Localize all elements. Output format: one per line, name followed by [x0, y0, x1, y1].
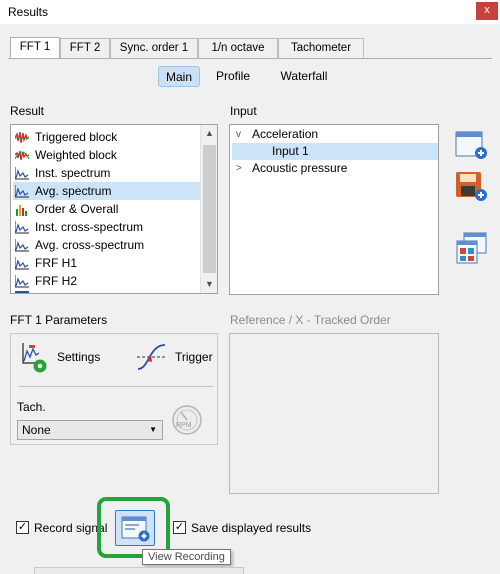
settings-button[interactable]: Settings [19, 341, 109, 373]
tab-fft-1[interactable]: FFT 1 [10, 37, 60, 59]
tab-octave[interactable]: 1/n octave [198, 38, 278, 59]
result-item-order-overall[interactable]: Order & Overall [13, 200, 200, 218]
tab-fft-2[interactable]: FFT 2 [60, 38, 110, 59]
subtab-waterfall[interactable]: Waterfall [273, 66, 335, 87]
parameters-divider [19, 386, 213, 387]
parameters-label: FFT 1 Parameters [10, 313, 108, 327]
order-overall-icon [15, 203, 29, 216]
result-item-inst-spectrum[interactable]: Inst. spectrum [13, 164, 200, 182]
result-label: Result [10, 104, 45, 118]
rpm-button[interactable]: RPM [171, 404, 203, 436]
title-bar: Results x [0, 0, 500, 24]
reference-list[interactable] [229, 333, 439, 494]
view-recording-icon [121, 516, 150, 542]
window-add-icon [455, 131, 487, 159]
tree-item-acceleration[interactable]: v Acceleration [234, 126, 434, 143]
expand-arrow-icon[interactable]: v [236, 126, 241, 143]
record-signal-checkbox[interactable]: ✓ [16, 521, 29, 534]
save-displayed-label: Save displayed results [191, 521, 312, 535]
save-add-icon [456, 172, 487, 201]
weighted-block-icon [14, 149, 30, 162]
trigger-button[interactable]: Trigger [135, 341, 215, 371]
subtab-main[interactable]: Main [158, 66, 200, 87]
view-subtabs: Main Profile Waterfall [0, 66, 500, 88]
partial-item-icon [15, 291, 29, 293]
tab-panel-border [8, 58, 492, 59]
expand-arrow-icon[interactable]: > [236, 160, 242, 177]
spectrum-icon [14, 275, 29, 288]
result-item-avg-cross-spectrum[interactable]: Avg. cross-spectrum [13, 236, 200, 254]
scroll-down-arrow[interactable]: ▼ [201, 276, 218, 293]
result-item-triggered-block[interactable]: Triggered block [13, 128, 200, 146]
save-displayed-checkbox[interactable]: ✓ [173, 521, 186, 534]
save-result-button[interactable] [455, 170, 489, 204]
tab-tachometer[interactable]: Tachometer [278, 38, 364, 59]
spectrum-icon [14, 257, 29, 270]
partial-bottom-element [34, 567, 244, 574]
spectrum-icon [14, 167, 29, 180]
chevron-down-icon: ▼ [149, 425, 157, 434]
tree-item-input-1[interactable]: Input 1 [232, 143, 438, 160]
view-recording-button[interactable] [115, 510, 155, 546]
spectrum-icon [14, 239, 29, 252]
window-title: Results [8, 5, 49, 19]
result-item-avg-spectrum[interactable]: Avg. spectrum [13, 182, 200, 200]
view-recording-tooltip: View Recording [142, 549, 231, 565]
scroll-up-arrow[interactable]: ▲ [201, 125, 218, 142]
spectrum-icon [14, 185, 29, 198]
result-item-frf-h2[interactable]: FRF H2 [13, 272, 200, 290]
result-item-inst-cross-spectrum[interactable]: Inst. cross-spectrum [13, 218, 200, 236]
result-item-frf-h1[interactable]: FRF H1 [13, 254, 200, 272]
settings-icon [22, 343, 47, 373]
scroll-thumb[interactable] [203, 145, 216, 273]
triggered-block-icon [14, 131, 30, 144]
trigger-icon [137, 344, 167, 370]
input-tree[interactable]: v Acceleration Input 1 > Acoustic pressu… [229, 124, 439, 295]
close-button[interactable]: x [476, 2, 498, 20]
subtab-profile[interactable]: Profile [211, 66, 255, 87]
result-scrollbar[interactable]: ▲ ▼ [200, 125, 217, 293]
tach-select[interactable]: None ▼ [17, 420, 163, 440]
windows-duplicate-icon [456, 232, 487, 264]
result-list[interactable]: Triggered block Weighted block Inst. spe… [10, 124, 218, 294]
input-label: Input [230, 104, 257, 118]
tree-item-acoustic-pressure[interactable]: > Acoustic pressure [234, 160, 434, 177]
tab-sync-order-1[interactable]: Sync. order 1 [110, 38, 198, 59]
reference-label: Reference / X - Tracked Order [230, 313, 391, 327]
result-item-weighted-block[interactable]: Weighted block [13, 146, 200, 164]
rpm-gauge-icon [172, 405, 202, 435]
duplicate-result-button[interactable] [455, 232, 489, 266]
new-result-button[interactable] [455, 128, 489, 162]
spectrum-icon [14, 221, 29, 234]
tach-label: Tach. [17, 400, 46, 414]
parameters-panel: Settings Trigger Tach. None ▼ RPM [10, 333, 218, 445]
